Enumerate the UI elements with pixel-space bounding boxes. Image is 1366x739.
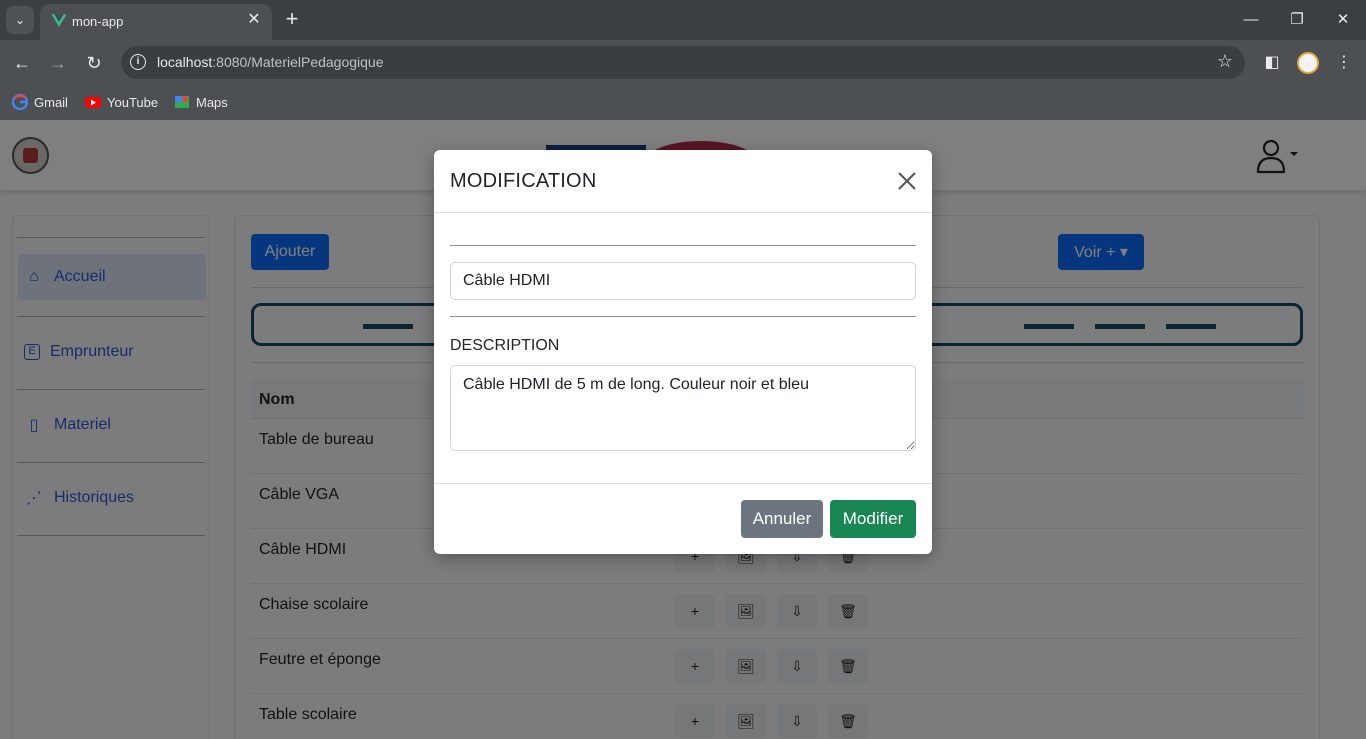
modal-footer-divider xyxy=(434,483,932,484)
window-close-icon[interactable]: ✕ xyxy=(1331,8,1355,32)
description-textarea[interactable]: Câble HDMI de 5 m de long. Couleur noir … xyxy=(450,365,916,451)
youtube-icon xyxy=(85,97,101,108)
restore-icon[interactable]: ❐ xyxy=(1285,8,1309,32)
modal-title: MODIFICATION xyxy=(450,170,597,192)
url-text[interactable]: localhost:8080/MaterielPedagogique xyxy=(157,54,384,70)
maps-icon xyxy=(175,96,189,108)
bookmarks-bar: Gmail YouTube Maps xyxy=(0,86,1366,120)
browser-tab[interactable]: mon-app ✕ xyxy=(40,4,272,40)
minimize-icon[interactable]: — xyxy=(1239,8,1263,32)
cancel-button[interactable]: Annuler xyxy=(741,500,823,538)
browser-tab-bar: ⌄ mon-app ✕ + — ❐ ✕ xyxy=(0,0,1366,40)
modifier-button[interactable]: Modifier xyxy=(830,500,916,538)
tab-list-button[interactable]: ⌄ xyxy=(6,6,34,34)
description-label: DESCRIPTION xyxy=(450,337,560,354)
bookmark-gmail[interactable]: Gmail xyxy=(12,94,68,110)
back-icon[interactable]: ← xyxy=(9,50,35,76)
bookmark-youtube[interactable]: YouTube xyxy=(85,94,158,110)
reload-icon[interactable]: ↻ xyxy=(81,50,107,76)
bookmark-star-icon[interactable]: ☆ xyxy=(1217,51,1233,72)
address-bar[interactable]: i localhost:8080/MaterielPedagogique ☆ xyxy=(121,46,1245,79)
tab-close-icon[interactable]: ✕ xyxy=(244,10,264,30)
close-icon[interactable] xyxy=(896,170,918,192)
tab-title: mon-app xyxy=(72,14,124,29)
edit-modal: MODIFICATION DESCRIPTION Câble HDMI de 5… xyxy=(434,150,932,554)
profile-avatar[interactable] xyxy=(1297,52,1319,74)
vue-logo-icon xyxy=(51,14,67,27)
form-divider xyxy=(450,316,916,317)
forward-icon[interactable]: → xyxy=(45,50,71,76)
name-input[interactable] xyxy=(450,262,916,300)
site-info-icon[interactable]: i xyxy=(130,54,146,70)
form-divider xyxy=(450,245,916,246)
bookmark-maps[interactable]: Maps xyxy=(174,94,228,110)
browser-toolbar: ← → ↻ i localhost:8080/MaterielPedagogiq… xyxy=(0,40,1366,86)
browser-menu-icon[interactable]: ⋮ xyxy=(1331,50,1357,76)
new-tab-button[interactable]: + xyxy=(280,8,304,32)
modal-header-divider xyxy=(434,212,932,213)
side-panel-icon[interactable]: ◧ xyxy=(1259,50,1285,76)
google-icon xyxy=(12,94,28,110)
